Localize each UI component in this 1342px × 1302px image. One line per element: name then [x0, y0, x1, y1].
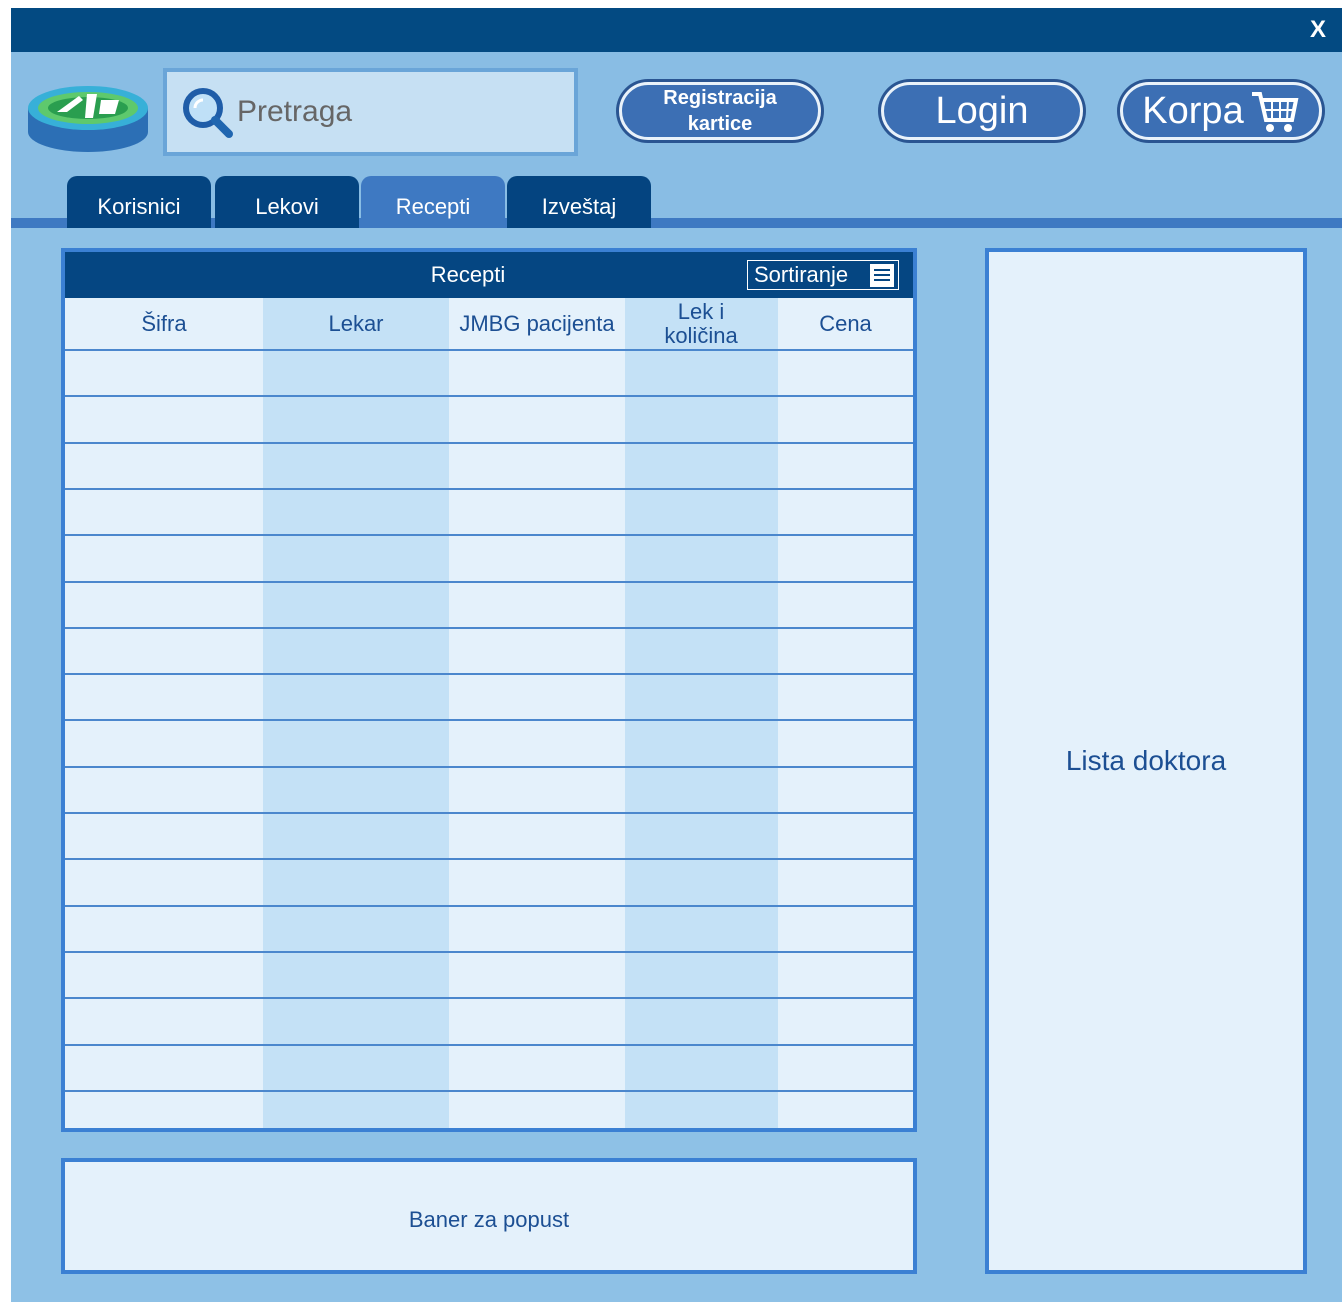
tab-lekovi[interactable]: Lekovi	[215, 176, 359, 228]
table-row[interactable]	[65, 951, 913, 953]
tab-izvestaj[interactable]: Izveštaj	[507, 176, 651, 228]
prescriptions-table: Recepti Sortiranje Šifra Lekar JMBG paci…	[61, 248, 917, 1132]
table-row[interactable]	[65, 442, 913, 444]
card-registration-label-line2: kartice	[687, 113, 753, 135]
table-row[interactable]	[65, 858, 913, 860]
shopping-cart-icon	[1251, 92, 1299, 132]
column-stripe	[625, 298, 778, 1128]
logo	[28, 86, 148, 152]
table-row[interactable]	[65, 812, 913, 814]
table-row[interactable]	[65, 997, 913, 999]
search-input[interactable]	[237, 90, 557, 134]
table-row[interactable]	[65, 488, 913, 490]
search-box	[163, 68, 578, 156]
sort-button[interactable]: Sortiranje	[747, 260, 899, 290]
sort-label: Sortiranje	[754, 262, 849, 287]
table-row[interactable]	[65, 581, 913, 583]
tab-korisnici[interactable]: Korisnici	[67, 176, 211, 228]
cart-button[interactable]: Korpa	[1120, 82, 1322, 140]
menu-icon	[870, 264, 894, 287]
table-row[interactable]	[65, 1090, 913, 1092]
cart-label: Korpa	[1142, 89, 1244, 132]
table-header-bar: Recepti Sortiranje	[65, 252, 913, 298]
tab-recepti[interactable]: Recepti	[361, 176, 505, 228]
column-header-jmbg[interactable]: JMBG pacijenta	[449, 298, 625, 350]
column-stripe	[263, 298, 449, 1128]
table-row[interactable]	[65, 766, 913, 768]
discount-banner[interactable]: Baner za popust	[61, 1158, 917, 1274]
app-window: X Registracija kartice Login Korpa	[11, 8, 1342, 1302]
table-row[interactable]	[65, 719, 913, 721]
column-header-cena[interactable]: Cena	[778, 298, 913, 350]
table-row[interactable]	[65, 395, 913, 397]
table-row[interactable]	[65, 673, 913, 675]
table-row[interactable]	[65, 627, 913, 629]
table-row[interactable]	[65, 349, 913, 351]
column-header-lekar[interactable]: Lekar	[263, 298, 449, 350]
column-header-sifra[interactable]: Šifra	[65, 298, 263, 350]
login-button[interactable]: Login	[881, 82, 1083, 140]
close-button[interactable]: X	[1310, 16, 1326, 44]
column-header-lek-kolicina[interactable]: Lek i količina	[651, 298, 751, 350]
doctor-list-panel: Lista doktora	[985, 248, 1307, 1274]
card-registration-button[interactable]: Registracija kartice	[619, 82, 821, 140]
table-row[interactable]	[65, 905, 913, 907]
main-content: Recepti Sortiranje Šifra Lekar JMBG paci…	[11, 228, 1342, 1302]
table-row[interactable]	[65, 1044, 913, 1046]
table-row[interactable]	[65, 534, 913, 536]
search-icon[interactable]	[179, 84, 237, 142]
card-registration-label-line1: Registracija	[663, 87, 777, 109]
title-bar: X	[11, 8, 1342, 52]
